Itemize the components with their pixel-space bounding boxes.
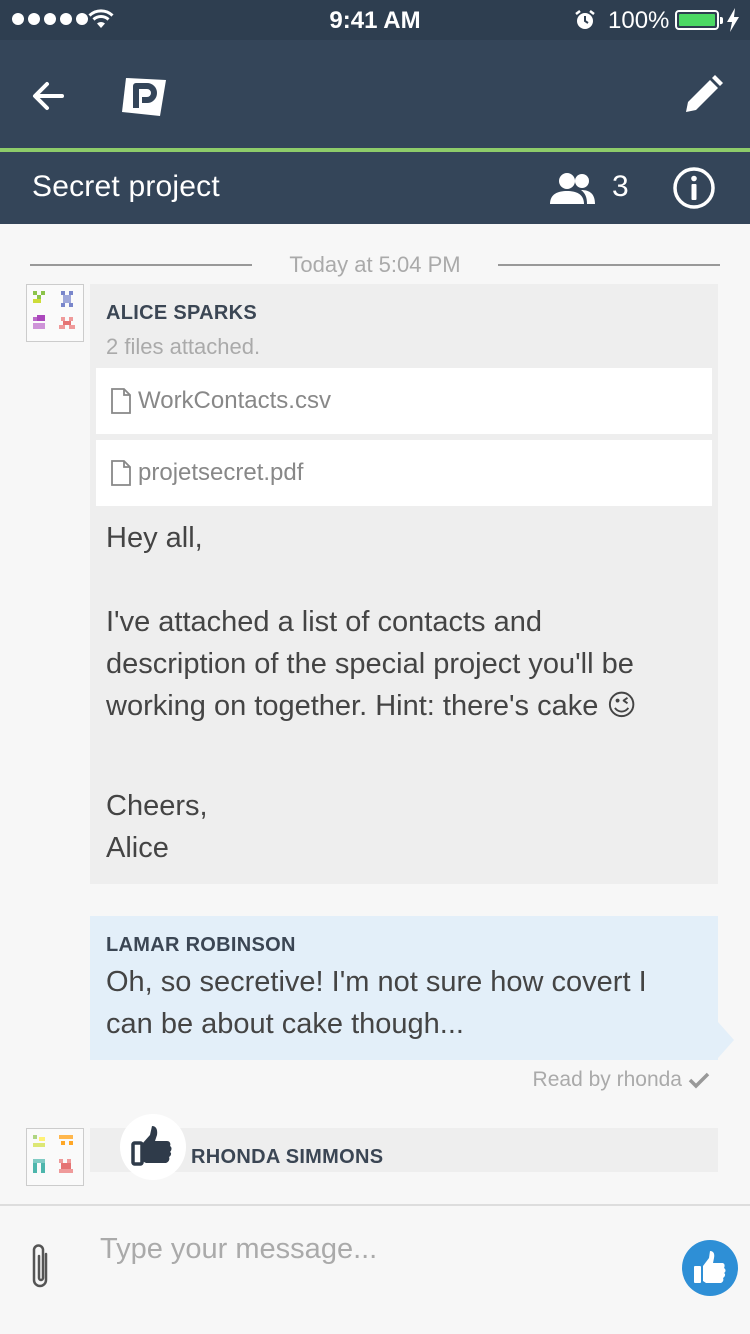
sender-name[interactable]: ALICE SPARKS xyxy=(106,302,257,325)
bubble-tail xyxy=(718,1022,734,1058)
message-text-line: I've attached a list of contacts and xyxy=(106,606,542,638)
message-text-line: working on together. Hint: there's cake … xyxy=(106,685,637,727)
read-receipt: Read by rhonda xyxy=(533,1068,710,1092)
file-attachment[interactable]: WorkContacts.csv xyxy=(96,368,712,434)
message-text-line: can be about cake though... xyxy=(106,1008,464,1040)
message-composer xyxy=(0,1204,750,1334)
message-text-line: description of the special project you'l… xyxy=(106,648,634,680)
conversation-header: Secret project 3 xyxy=(0,152,750,224)
status-bar: 9:41 AM 100% xyxy=(0,0,750,40)
message-text-line: Oh, so secretive! I'm not sure how cover… xyxy=(106,966,647,998)
app-logo-icon xyxy=(122,78,166,116)
avatar[interactable] xyxy=(26,284,84,342)
message-text-line: Hey all, xyxy=(106,522,203,554)
files-attached-note: 2 files attached. xyxy=(106,334,261,359)
read-receipt-text: Read by rhonda xyxy=(532,1068,682,1091)
avatar[interactable] xyxy=(26,1128,84,1186)
file-icon xyxy=(111,460,131,486)
send-like-button[interactable] xyxy=(682,1240,738,1296)
file-icon xyxy=(111,388,131,414)
nav-bar xyxy=(0,40,750,148)
message-text: working on together. Hint: there's cake xyxy=(106,690,599,722)
wink-emoji: 😉 xyxy=(606,690,637,722)
sender-name[interactable]: LAMAR ROBINSON xyxy=(106,934,296,957)
alarm-icon xyxy=(575,10,595,29)
member-count[interactable]: 3 xyxy=(612,170,629,204)
message-text-line: Cheers, xyxy=(106,790,208,822)
thumbs-up-icon xyxy=(694,1251,726,1283)
file-name: projetsecret.pdf xyxy=(138,459,304,486)
battery-percent: 100% xyxy=(608,7,670,34)
sender-name[interactable]: RHONDA SIMMONS xyxy=(191,1146,383,1169)
paperclip-icon[interactable] xyxy=(26,1240,56,1292)
checkmark-icon xyxy=(688,1072,710,1089)
file-name: WorkContacts.csv xyxy=(138,387,331,414)
message-input[interactable] xyxy=(100,1224,660,1274)
message-text-line: Alice xyxy=(106,832,169,864)
divider-line-right xyxy=(498,264,720,266)
thumbs-up-icon xyxy=(131,1126,172,1166)
charging-bolt-icon xyxy=(727,8,739,32)
edit-pencil-icon[interactable] xyxy=(682,74,724,116)
battery-icon xyxy=(675,10,723,30)
conversation-title: Secret project xyxy=(32,170,220,203)
members-icon[interactable] xyxy=(548,172,596,206)
file-attachment[interactable]: projetsecret.pdf xyxy=(96,440,712,506)
like-reaction[interactable] xyxy=(120,1114,186,1180)
back-arrow-icon[interactable] xyxy=(28,76,68,116)
info-icon[interactable] xyxy=(672,166,716,210)
